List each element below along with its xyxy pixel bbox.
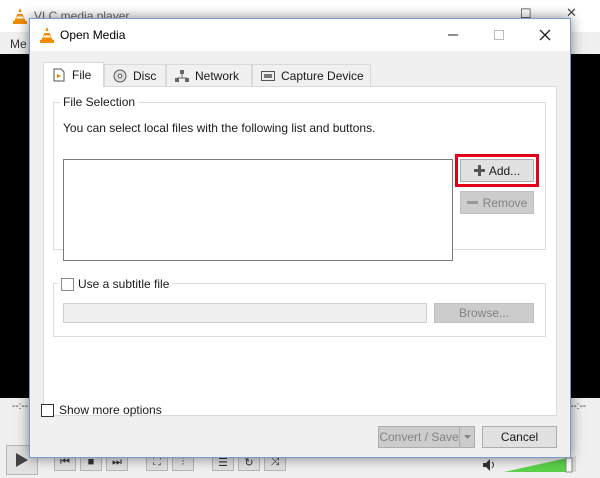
minus-icon (466, 201, 478, 204)
vlc-elapsed-time: --:-- (12, 401, 29, 412)
convert-save-label: Convert / Save (379, 430, 459, 444)
capture-device-icon (261, 71, 275, 81)
subtitle-path-field[interactable] (63, 303, 427, 323)
close-button[interactable] (530, 25, 560, 45)
file-selection-label: File Selection (60, 95, 139, 109)
tab-file-label: File (72, 68, 92, 82)
maximize-button[interactable] (484, 25, 514, 45)
tab-network[interactable]: Network (166, 64, 252, 87)
network-icon (175, 70, 189, 82)
close-icon (539, 29, 551, 41)
subtitle-checkbox-label: Use a subtitle file (78, 277, 170, 291)
subtitle-checkbox-row[interactable]: Use a subtitle file (58, 277, 173, 291)
dialog-title: Open Media (60, 28, 126, 42)
add-button-label: Add... (488, 163, 521, 178)
add-button[interactable]: Add... (460, 159, 534, 182)
maximize-icon (494, 30, 504, 40)
remove-button[interactable]: Remove (460, 191, 534, 214)
remove-button-label: Remove (482, 195, 528, 210)
open-media-dialog: Open Media File Disc Network Capture Dev… (29, 18, 571, 458)
cancel-button[interactable]: Cancel (482, 426, 557, 448)
tab-capture-device[interactable]: Capture Device (252, 64, 371, 87)
tab-network-label: Network (195, 69, 240, 83)
play-icon (16, 453, 28, 467)
file-list[interactable] (63, 159, 453, 261)
minimize-button[interactable] (438, 25, 468, 45)
speaker-icon[interactable] (482, 458, 496, 472)
disc-icon (113, 69, 127, 83)
cancel-button-label: Cancel (500, 430, 539, 444)
file-selection-description: You can select local files with the foll… (63, 121, 376, 135)
vlc-cone-icon (40, 27, 54, 43)
vlc-total-time: --:-- (570, 401, 587, 412)
tab-capture-device-label: Capture Device (281, 69, 364, 83)
convert-save-button[interactable]: Convert / Save (378, 426, 475, 448)
file-tab-panel: File Selection You can select local file… (43, 86, 557, 416)
file-icon (53, 68, 65, 82)
vlc-menu-media[interactable]: Me (10, 37, 27, 51)
minimize-icon (448, 34, 458, 36)
chevron-down-icon (463, 434, 471, 439)
show-more-options-checkbox[interactable] (41, 403, 54, 417)
convert-dropdown-arrow[interactable] (459, 427, 474, 447)
subtitle-checkbox[interactable] (61, 277, 74, 291)
show-more-options-row[interactable]: Show more options (41, 403, 162, 417)
tab-disc-label: Disc (133, 69, 157, 83)
browse-button-label: Browse... (458, 306, 509, 320)
show-more-options-label: Show more options (59, 403, 162, 417)
vlc-cone-icon (13, 8, 27, 24)
plus-icon (473, 165, 485, 176)
browse-button[interactable]: Browse... (434, 303, 534, 323)
tab-file[interactable]: File (43, 62, 104, 87)
tab-disc[interactable]: Disc (104, 64, 166, 87)
